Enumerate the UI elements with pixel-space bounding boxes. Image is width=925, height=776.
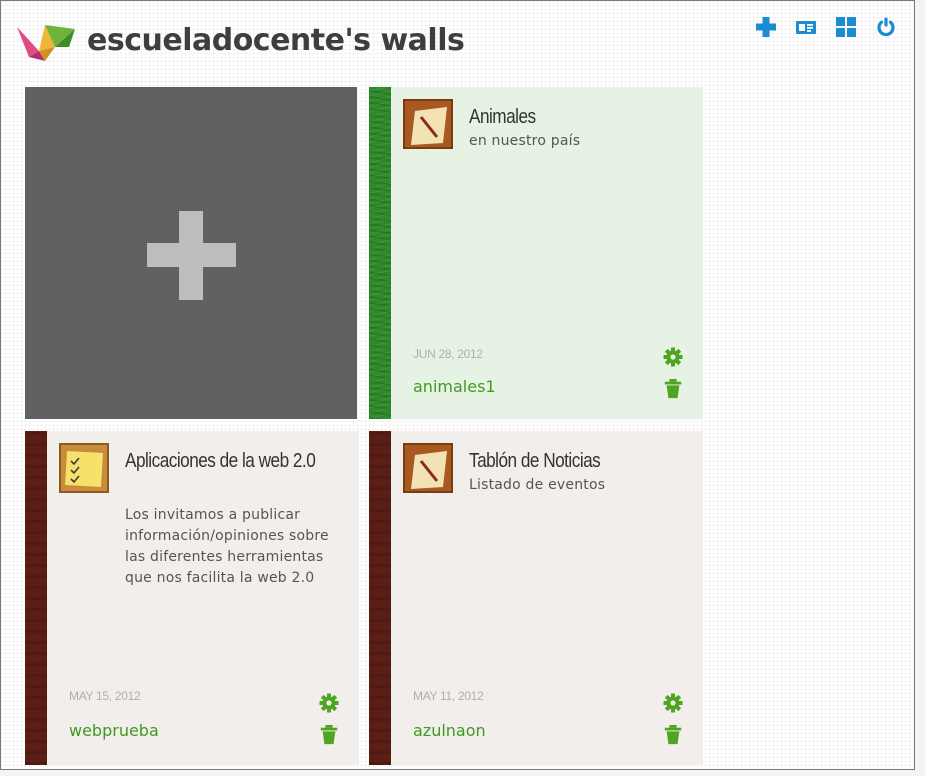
- wall-card[interactable]: Animales en nuestro país JUN 28, 2012 an…: [369, 87, 703, 419]
- sticky-note-icon: [59, 443, 109, 493]
- wall-date: MAY 11, 2012: [413, 689, 484, 703]
- wall-card[interactable]: Aplicaciones de la web 2.0 Los invitamos…: [25, 431, 359, 765]
- wall-description: Listado de eventos: [469, 477, 606, 493]
- wall-date: JUN 28, 2012: [413, 347, 483, 361]
- notepad-icon: [403, 99, 453, 149]
- page-title: escueladocente's walls: [87, 22, 465, 58]
- notepad-icon: [403, 443, 453, 493]
- create-wall-card[interactable]: [25, 87, 357, 419]
- walls-page: escueladocente's walls Animales en nuest…: [0, 0, 915, 770]
- wall-owner-link[interactable]: animales1: [413, 377, 496, 396]
- wall-card[interactable]: Tablón de Noticias Listado de eventos MA…: [369, 431, 703, 765]
- wall-description: Los invitamos a publicar información/opi…: [125, 507, 329, 586]
- wall-date: MAY 15, 2012: [69, 689, 141, 703]
- wall-owner-link[interactable]: webprueba: [69, 721, 159, 740]
- add-wall-button[interactable]: [754, 15, 778, 39]
- id-card-icon: [796, 21, 816, 34]
- power-icon: [877, 17, 895, 37]
- crane-logo-icon: [17, 25, 75, 61]
- profile-button[interactable]: [794, 15, 818, 39]
- trash-icon[interactable]: [663, 379, 683, 399]
- wall-title[interactable]: Animales: [469, 105, 684, 129]
- page-header: escueladocente's walls: [15, 17, 465, 63]
- settings-gear-icon[interactable]: [319, 693, 339, 713]
- wall-owner-link[interactable]: azulnaon: [413, 721, 486, 740]
- dashboard-button[interactable]: [834, 15, 858, 39]
- toolbar: [754, 15, 898, 39]
- wall-strip: [25, 431, 47, 765]
- wall-strip: [369, 431, 391, 765]
- logout-button[interactable]: [874, 15, 898, 39]
- trash-icon[interactable]: [319, 725, 339, 745]
- trash-icon[interactable]: [663, 725, 683, 745]
- wall-title[interactable]: Aplicaciones de la web 2.0: [125, 449, 340, 473]
- wall-strip: [369, 87, 391, 419]
- plus-icon: [756, 17, 776, 37]
- wall-title[interactable]: Tablón de Noticias: [469, 449, 684, 473]
- settings-gear-icon[interactable]: [663, 693, 683, 713]
- wall-description: en nuestro país: [469, 133, 581, 149]
- grid-icon: [836, 17, 856, 37]
- settings-gear-icon[interactable]: [663, 347, 683, 367]
